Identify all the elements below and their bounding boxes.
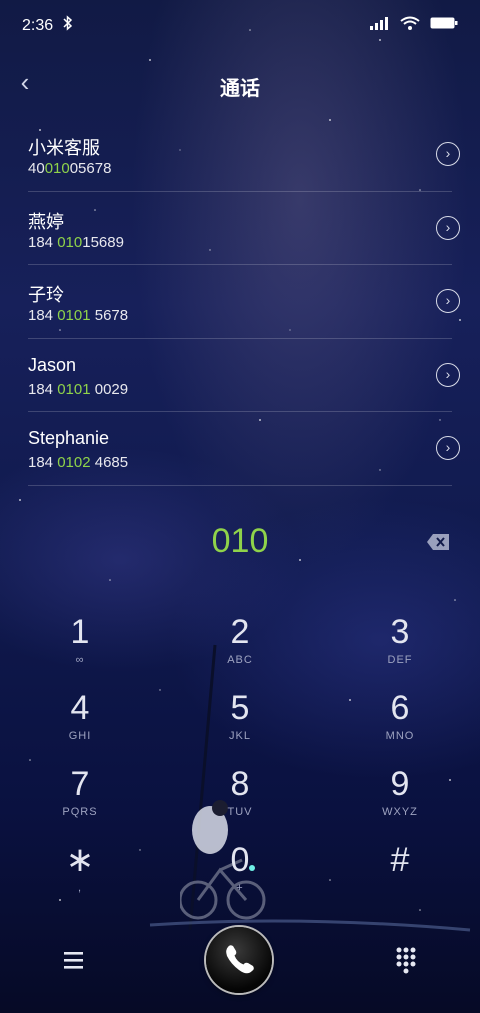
phone-icon (226, 945, 254, 974)
contact-detail-button[interactable]: › (436, 142, 460, 166)
contact-name: Jason (28, 354, 77, 375)
key-8[interactable]: 8 TUV (180, 764, 300, 834)
chevron-right-icon: › (445, 145, 451, 161)
backspace-icon (427, 534, 449, 550)
key-star[interactable]: ∗ , (20, 840, 140, 910)
bottom-bar (0, 925, 480, 995)
contact-number: 184 0102 4685 (28, 454, 129, 471)
contact-name: Stephanie (28, 428, 110, 448)
chevron-right-icon: › (445, 292, 451, 308)
contact-name: 燕婷 (28, 211, 64, 232)
chevron-right-icon: › (445, 439, 451, 455)
battery-icon (430, 16, 458, 35)
voicemail-icon: ∞ (75, 654, 85, 666)
contact-item[interactable]: Stephanie 184 0102 4685 › (28, 412, 460, 486)
key-6[interactable]: 6 MNO (340, 688, 460, 758)
contact-detail-button[interactable]: › (436, 362, 460, 387)
contact-number: 184 01015689 (28, 233, 124, 251)
signal-icon (370, 16, 390, 35)
page-title: 通话 (220, 78, 260, 100)
contact-number: 184 0101 0029 (28, 380, 129, 398)
contact-number: 184 0101 5678 (28, 307, 129, 324)
key-2[interactable]: 2 ABC (180, 612, 300, 682)
delete-button[interactable] (426, 533, 450, 556)
contact-suggestion-list: 小米客服 4001005678 › 燕婷 184 01015689 › 子玲 1… (28, 118, 460, 486)
menu-button[interactable] (56, 945, 92, 975)
chevron-right-icon: › (445, 365, 451, 382)
key-4[interactable]: 4 GHI (20, 688, 140, 758)
dialed-number-display: 010 (211, 522, 269, 560)
bluetooth-icon (63, 15, 73, 35)
status-bar: 2:36 (0, 0, 480, 54)
key-7[interactable]: 7 PQRS (20, 764, 140, 834)
contact-item[interactable]: 子玲 184 0101 5678 › (28, 265, 460, 339)
key-hash[interactable]: # (340, 840, 460, 910)
key-0[interactable]: 0 + (180, 840, 300, 910)
contact-item[interactable]: 小米客服 4001005678 › (28, 118, 460, 192)
key-3[interactable]: 3 DEF (340, 612, 460, 682)
contact-name: 子玲 (28, 285, 64, 305)
key-5[interactable]: 5 JKL (180, 688, 300, 758)
status-time: 2:36 (22, 17, 54, 34)
key-9[interactable]: 9 WXYZ (340, 764, 460, 834)
contact-name: 小米客服 (28, 138, 100, 158)
contact-item[interactable]: Jason 184 0101 0029 › (28, 339, 460, 412)
wifi-icon (400, 16, 420, 35)
chevron-right-icon: › (445, 218, 451, 235)
contact-detail-button[interactable]: › (436, 215, 460, 240)
call-button[interactable] (206, 927, 272, 993)
key-1[interactable]: 1 ∞ (20, 612, 140, 682)
dialpad-icon (396, 947, 416, 974)
contact-item[interactable]: 燕婷 184 01015689 › (28, 192, 460, 265)
contact-detail-button[interactable]: › (436, 436, 460, 460)
menu-icon (64, 952, 83, 969)
contact-number: 4001005678 (28, 160, 112, 177)
header: ‹ 通话 (0, 60, 480, 110)
contact-detail-button[interactable]: › (436, 289, 460, 313)
keypad-toggle-button[interactable] (390, 943, 422, 975)
